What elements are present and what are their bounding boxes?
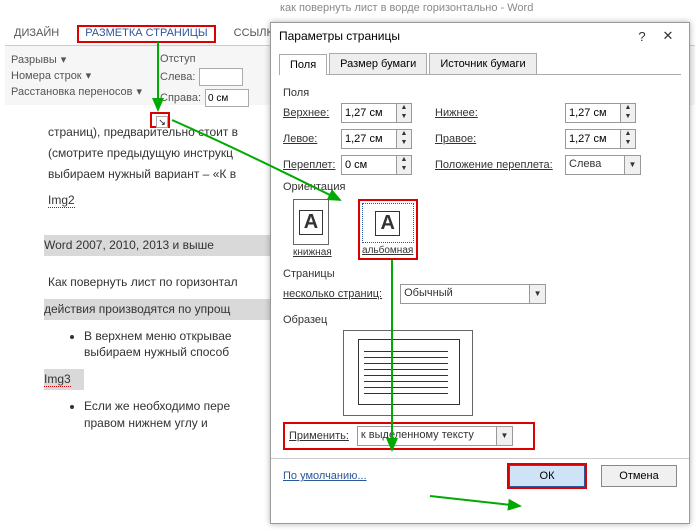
hyphenation-menu[interactable]: Расстановка переносов <box>11 86 132 98</box>
tab-paper-size[interactable]: Размер бумаги <box>329 53 427 74</box>
window-title: как повернуть лист в ворде горизонтально… <box>280 2 533 14</box>
apply-to-label: Применить: <box>289 430 349 442</box>
cancel-button[interactable]: Отмена <box>601 465 677 487</box>
indent-left-label: Слева: <box>160 71 195 83</box>
sample-preview <box>343 330 473 416</box>
document-body: страниц), предварительно стоит в (смотри… <box>48 120 298 438</box>
tab-paper-source[interactable]: Источник бумаги <box>429 53 536 74</box>
tab-design[interactable]: ДИЗАЙН <box>10 25 63 43</box>
multiple-pages-combo[interactable]: Обычный▼ <box>400 284 546 304</box>
breaks-menu[interactable]: Разрывы <box>11 54 57 66</box>
help-button[interactable]: ? <box>629 29 655 44</box>
left-input[interactable]: ▲▼ <box>341 129 419 149</box>
bottom-label: Нижнее: <box>435 107 565 119</box>
top-label: Верхнее: <box>283 107 341 119</box>
right-label: Правое: <box>435 133 565 145</box>
left-label: Левое: <box>283 133 341 145</box>
indent-left-input[interactable] <box>199 68 243 86</box>
orientation-portrait[interactable]: A книжная <box>293 199 332 260</box>
tab-margins[interactable]: Поля <box>279 54 327 75</box>
close-button[interactable]: ✕ <box>655 28 681 44</box>
ok-button[interactable]: ОК <box>509 465 585 487</box>
indent-right-label: Справа: <box>160 92 201 104</box>
orientation-landscape[interactable]: A альбомная <box>358 199 418 260</box>
dialog-title: Параметры страницы <box>279 29 400 43</box>
gutter-label: Переплет: <box>283 159 341 171</box>
gutter-input[interactable]: ▲▼ <box>341 155 419 175</box>
page-setup-group: Разрывы▾ Номера строк▾ Расстановка перен… <box>11 50 142 101</box>
bottom-input[interactable]: ▲▼ <box>565 103 643 123</box>
gutter-pos-label: Положение переплета: <box>435 159 565 171</box>
indent-label: Отступ <box>160 53 249 65</box>
orientation-section-label: Ориентация <box>283 181 677 193</box>
right-input[interactable]: ▲▼ <box>565 129 643 149</box>
gutter-pos-combo[interactable]: Слева▼ <box>565 155 643 175</box>
apply-to-combo[interactable]: к выделенному тексту▼ <box>357 426 513 446</box>
indent-group: Отступ Слева: Справа: <box>160 50 249 101</box>
top-input[interactable]: ▲▼ <box>341 103 419 123</box>
multiple-pages-label: несколько страниц: <box>283 288 382 300</box>
indent-right-input[interactable] <box>205 89 249 107</box>
sample-section-label: Образец <box>283 314 677 326</box>
line-numbers-menu[interactable]: Номера строк <box>11 70 82 82</box>
page-setup-dialog: Параметры страницы ? ✕ Поля Размер бумаг… <box>270 22 690 524</box>
ribbon-tabs: ДИЗАЙН РАЗМЕТКА СТРАНИЦЫ ССЫЛК <box>10 25 277 43</box>
set-default-button[interactable]: По умолчанию... <box>283 470 367 482</box>
apply-to-row: Применить: к выделенному тексту▼ <box>283 422 535 450</box>
dialog-tabs: Поля Размер бумаги Источник бумаги <box>279 53 681 75</box>
tab-page-layout[interactable]: РАЗМЕТКА СТРАНИЦЫ <box>77 25 215 43</box>
margins-section-label: Поля <box>283 87 677 99</box>
pages-section-label: Страницы <box>283 268 677 280</box>
